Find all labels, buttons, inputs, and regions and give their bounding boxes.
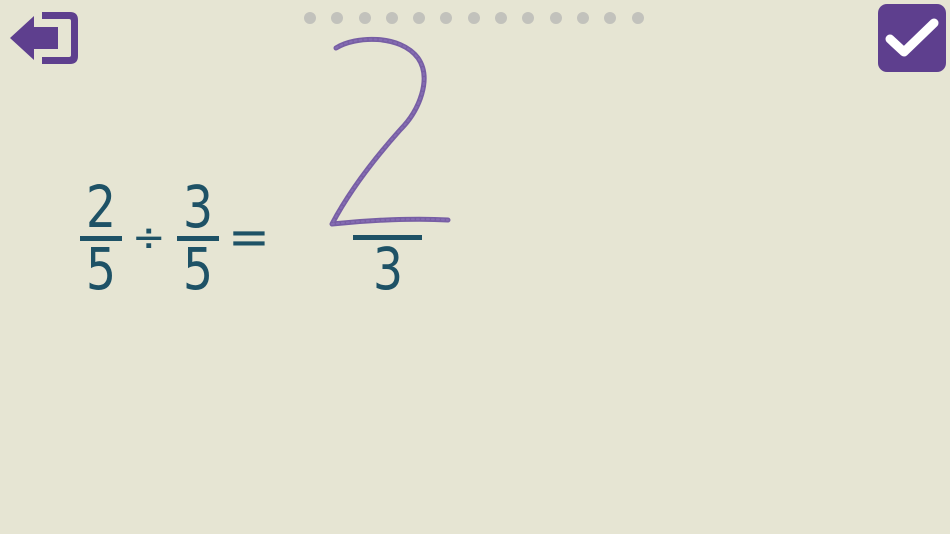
answer-numerator-ink[interactable]: [320, 30, 460, 240]
divide-operator: ÷: [132, 215, 166, 261]
equals-sign: =: [228, 208, 270, 266]
answer-denominator: 3: [372, 235, 404, 303]
fraction-2-numerator: 3: [182, 173, 214, 241]
fraction-1-numerator: 2: [85, 173, 117, 241]
equation: 2 5 ÷ 3 5 = 3: [0, 0, 950, 534]
fraction-2-denominator: 5: [182, 235, 214, 303]
fraction-1-denominator: 5: [85, 235, 117, 303]
